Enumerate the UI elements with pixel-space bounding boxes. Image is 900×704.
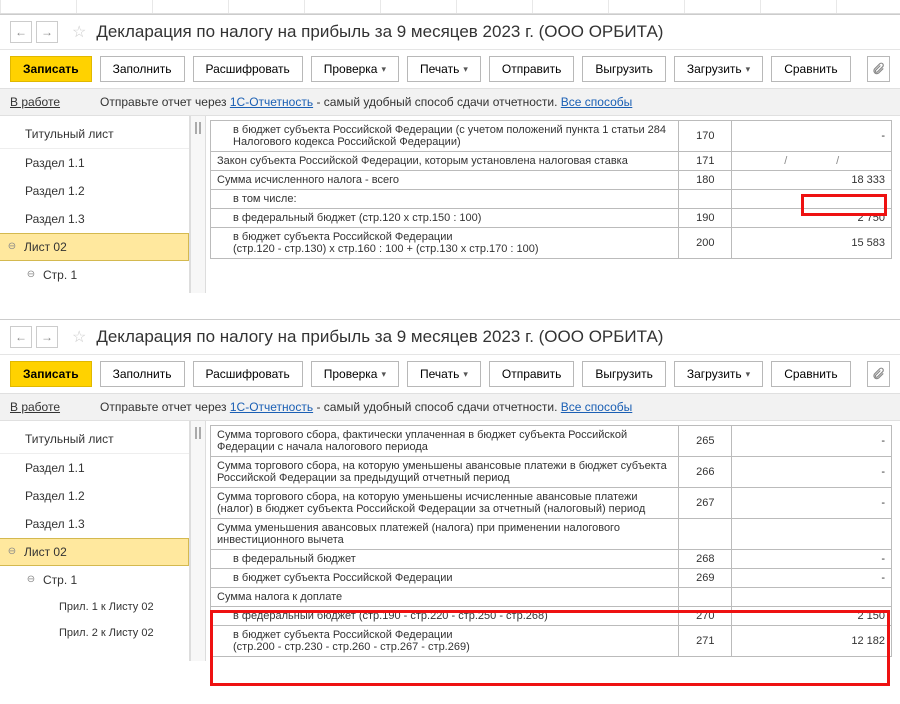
row-190: в федеральный бюджет (стр.120 х стр.150 … xyxy=(211,209,892,228)
page-title: Декларация по налогу на прибыль за 9 мес… xyxy=(96,22,663,42)
sidebar-str1[interactable]: ⊖ Стр. 1 xyxy=(0,566,189,594)
cell-180-value[interactable]: 18 333 xyxy=(732,171,892,190)
sidebar-section-1.3[interactable]: Раздел 1.3 xyxy=(0,510,189,538)
row-180: Сумма исчисленного налога - всего 180 18… xyxy=(211,171,892,190)
expand-icon[interactable]: ⊖ xyxy=(25,268,37,280)
row-invest: Сумма уменьшения авансовых платежей (нал… xyxy=(211,519,892,550)
favorite-icon[interactable]: ☆ xyxy=(72,327,86,347)
sidebar-section-1.1[interactable]: Раздел 1.1 xyxy=(0,149,189,177)
row-266: Сумма торгового сбора, на которую уменьш… xyxy=(211,457,892,488)
check-button[interactable]: Проверка▾ xyxy=(311,361,399,387)
expand-icon[interactable]: ⊖ xyxy=(6,545,18,557)
sidebar-app1[interactable]: Прил. 1 к Листу 02 xyxy=(0,594,189,620)
row-269: в бюджет субъекта Российской Федерации 2… xyxy=(211,569,892,588)
row-171: Закон субъекта Российской Федерации, кот… xyxy=(211,152,892,171)
fill-button[interactable]: Заполнить xyxy=(100,56,185,82)
row-265: Сумма торгового сбора, фактически уплаче… xyxy=(211,426,892,457)
compare-button[interactable]: Сравнить xyxy=(771,56,850,82)
sidebar-title-page[interactable]: Титульный лист xyxy=(0,120,189,148)
row-subheader: в том числе: xyxy=(211,190,892,209)
status-label[interactable]: В работе xyxy=(10,95,60,109)
import-button[interactable]: Загрузить▾ xyxy=(674,56,763,82)
nav-forward[interactable]: → xyxy=(36,21,58,43)
toolbar: Записать Заполнить Расшифровать Проверка… xyxy=(0,355,900,393)
row-268: в федеральный бюджет 268 - xyxy=(211,550,892,569)
link-1c[interactable]: 1С-Отчетность xyxy=(230,95,313,109)
sidebar-str1[interactable]: ⊖ Стр. 1 xyxy=(0,261,189,289)
export-button[interactable]: Выгрузить xyxy=(582,361,666,387)
send-button[interactable]: Отправить xyxy=(489,56,575,82)
nav-back[interactable]: ← xyxy=(10,21,32,43)
favorite-icon[interactable]: ☆ xyxy=(72,22,86,42)
sidebar-title-page[interactable]: Титульный лист xyxy=(0,425,189,453)
link-all-methods[interactable]: Все способы xyxy=(561,95,633,109)
row-170: в бюджет субъекта Российской Федерации (… xyxy=(211,121,892,152)
compare-button[interactable]: Сравнить xyxy=(771,361,850,387)
save-button[interactable]: Записать xyxy=(10,361,92,387)
print-button[interactable]: Печать▾ xyxy=(407,56,481,82)
splitter[interactable] xyxy=(190,421,206,661)
print-button[interactable]: Печать▾ xyxy=(407,361,481,387)
sidebar-section-1.2[interactable]: Раздел 1.2 xyxy=(0,482,189,510)
form-area: в бюджет субъекта Российской Федерации (… xyxy=(206,116,900,293)
decode-button[interactable]: Расшифровать xyxy=(193,361,303,387)
splitter[interactable] xyxy=(190,116,206,293)
row-271: в бюджет субъекта Российской Федерации (… xyxy=(211,626,892,657)
toolbar: Записать Заполнить Расшифровать Проверка… xyxy=(0,50,900,88)
row-267: Сумма торгового сбора, на которую уменьш… xyxy=(211,488,892,519)
export-button[interactable]: Выгрузить xyxy=(582,56,666,82)
send-button[interactable]: Отправить xyxy=(489,361,575,387)
sidebar-section-1.2[interactable]: Раздел 1.2 xyxy=(0,177,189,205)
sidebar: Титульный лист Раздел 1.1 Раздел 1.2 Раз… xyxy=(0,116,190,293)
decode-button[interactable]: Расшифровать xyxy=(193,56,303,82)
link-all-methods[interactable]: Все способы xyxy=(561,400,633,414)
status-label[interactable]: В работе xyxy=(10,400,60,414)
link-1c[interactable]: 1С-Отчетность xyxy=(230,400,313,414)
row-200: в бюджет субъекта Российской Федерации (… xyxy=(211,228,892,259)
sidebar-list-02[interactable]: ⊖ Лист 02 xyxy=(0,233,189,261)
check-button[interactable]: Проверка▾ xyxy=(311,56,399,82)
page-title: Декларация по налогу на прибыль за 9 мес… xyxy=(96,327,663,347)
sidebar-section-1.3[interactable]: Раздел 1.3 xyxy=(0,205,189,233)
info-bar: В работе Отправьте отчет через 1С-Отчетн… xyxy=(0,393,900,421)
row-270: в федеральный бюджет (стр.190 - стр.220 … xyxy=(211,607,892,626)
save-button[interactable]: Записать xyxy=(10,56,92,82)
expand-icon[interactable]: ⊖ xyxy=(6,240,18,252)
nav-back[interactable]: ← xyxy=(10,326,32,348)
fill-button[interactable]: Заполнить xyxy=(100,361,185,387)
sidebar-app2[interactable]: Прил. 2 к Листу 02 xyxy=(0,620,189,646)
import-button[interactable]: Загрузить▾ xyxy=(674,361,763,387)
nav-forward[interactable]: → xyxy=(36,326,58,348)
form-area: Сумма торгового сбора, фактически уплаче… xyxy=(206,421,900,661)
expand-icon[interactable]: ⊖ xyxy=(25,573,37,585)
sidebar: Титульный лист Раздел 1.1 Раздел 1.2 Раз… xyxy=(0,421,190,661)
sidebar-list-02[interactable]: ⊖ Лист 02 xyxy=(0,538,189,566)
sidebar-section-1.1[interactable]: Раздел 1.1 xyxy=(0,454,189,482)
info-bar: В работе Отправьте отчет через 1С-Отчетн… xyxy=(0,88,900,116)
attach-button[interactable] xyxy=(867,56,890,82)
row-extra: Сумма налога к доплате xyxy=(211,588,892,607)
attach-button[interactable] xyxy=(867,361,890,387)
